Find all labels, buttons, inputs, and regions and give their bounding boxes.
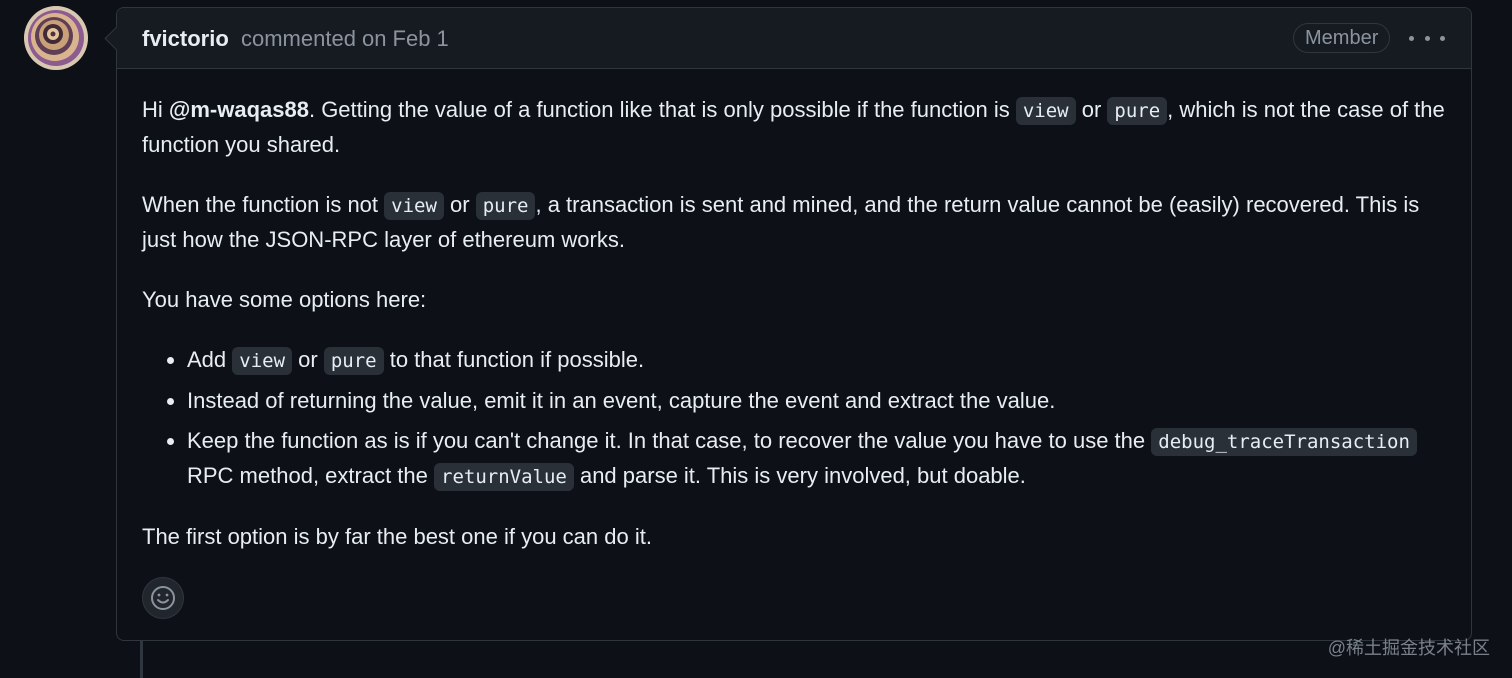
avatar-image bbox=[24, 6, 88, 70]
add-reaction-button[interactable] bbox=[142, 577, 184, 619]
list-item-text: Add bbox=[187, 347, 233, 372]
user-mention[interactable]: @m-waqas88 bbox=[169, 97, 309, 122]
menu-dot bbox=[1409, 35, 1414, 41]
inline-code-pure: pure bbox=[475, 192, 536, 220]
list-item: Instead of returning the value, emit it … bbox=[187, 384, 1447, 418]
comment-author[interactable]: fvictorio bbox=[142, 26, 229, 52]
kebab-horizontal-icon[interactable] bbox=[1409, 28, 1445, 48]
paragraph-text: . Getting the value of a function like t… bbox=[308, 97, 1016, 122]
list-item-text: RPC method, extract the bbox=[187, 463, 434, 488]
inline-code-debug-trace: debug_traceTransaction bbox=[1151, 428, 1417, 456]
menu-dot bbox=[1424, 35, 1430, 41]
menu-dot bbox=[1440, 35, 1445, 41]
list-item-text: to that function if possible. bbox=[383, 347, 645, 372]
member-badge: Member bbox=[1293, 23, 1391, 53]
inline-code-view: view bbox=[232, 347, 293, 375]
comment-paragraph: The first option is by far the best one … bbox=[142, 524, 652, 549]
paragraph-text: Hi bbox=[142, 97, 169, 122]
inline-code-view: view bbox=[1015, 97, 1076, 125]
comment-header: fvictorio commented on Feb 1 Member bbox=[117, 8, 1471, 69]
inline-code-pure: pure bbox=[323, 347, 384, 375]
list-item-text: and parse it. This is very involved, but… bbox=[573, 463, 1026, 488]
comment-paragraph: You have some options here: bbox=[142, 287, 427, 312]
paragraph-text: or bbox=[443, 192, 476, 217]
paragraph-text: or bbox=[1075, 97, 1108, 122]
options-list: Add view or pure to that function if pos… bbox=[142, 343, 1447, 494]
author-avatar[interactable] bbox=[24, 6, 88, 70]
comment-meta: commented on Feb 1 bbox=[241, 26, 455, 52]
comment-paragraph: Hi @m-waqas88. Getting the value of a fu… bbox=[142, 93, 1447, 162]
list-item: Add view or pure to that function if pos… bbox=[187, 343, 1447, 378]
inline-code-return-value: returnValue bbox=[434, 463, 574, 491]
comment-body: Hi @m-waqas88. Getting the value of a fu… bbox=[142, 93, 1447, 580]
issue-comment-screen: fvictorio commented on Feb 1 Member Hi @m… bbox=[0, 0, 1512, 678]
list-item-text: Keep the function as is if you can't cha… bbox=[187, 428, 1152, 453]
comment-card: fvictorio commented on Feb 1 Member Hi @m… bbox=[116, 7, 1472, 641]
list-item-text: or bbox=[292, 347, 324, 372]
list-item: Keep the function as is if you can't cha… bbox=[187, 424, 1447, 494]
comment-date[interactable]: on Feb 1 bbox=[362, 26, 449, 51]
inline-code-pure: pure bbox=[1107, 97, 1168, 125]
smiley-icon bbox=[151, 586, 175, 610]
comment-action: commented bbox=[241, 26, 356, 51]
paragraph-text: When the function is not bbox=[142, 192, 385, 217]
watermark-text: @稀土掘金技术社区 bbox=[1327, 638, 1490, 658]
inline-code-view: view bbox=[384, 192, 444, 220]
timeline-line bbox=[140, 640, 143, 678]
comment-paragraph: When the function is not view or pure, a… bbox=[142, 188, 1447, 257]
